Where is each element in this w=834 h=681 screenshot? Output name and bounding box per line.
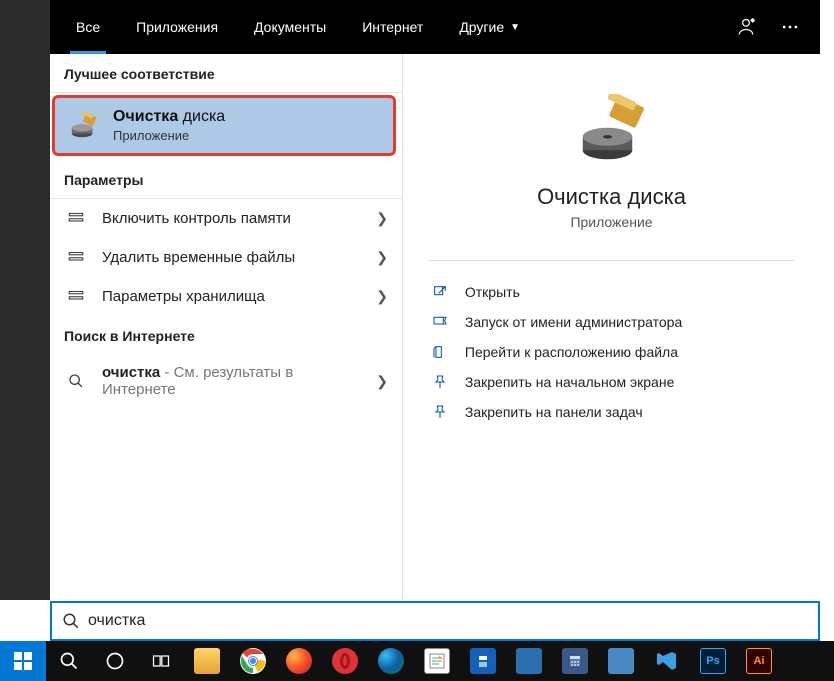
taskbar-app-generic2[interactable]	[598, 641, 644, 681]
search-box[interactable]	[50, 601, 820, 641]
setting-label: Включить контроль памяти	[102, 210, 362, 227]
taskbar-app-edge[interactable]	[368, 641, 414, 681]
taskbar-app-save[interactable]	[460, 641, 506, 681]
tab-apps[interactable]: Приложения	[118, 0, 236, 54]
best-match-subtitle: Приложение	[113, 128, 225, 143]
feedback-icon[interactable]	[724, 5, 768, 49]
tab-label: Интернет	[362, 19, 423, 35]
settings-icon	[64, 287, 88, 305]
taskbar-search-button[interactable]	[46, 641, 92, 681]
shield-icon	[431, 313, 449, 331]
folder-icon	[431, 343, 449, 361]
action-run-as-admin[interactable]: Запуск от имени администратора	[429, 307, 794, 337]
search-input[interactable]	[88, 612, 808, 630]
taskbar-app-generic1[interactable]	[506, 641, 552, 681]
taskbar-app-illustrator[interactable]: Ai	[736, 641, 782, 681]
taskbar-app-firefox[interactable]	[276, 641, 322, 681]
action-pin-start[interactable]: Закрепить на начальном экране	[429, 367, 794, 397]
setting-label: Удалить временные файлы	[102, 249, 362, 266]
chevron-right-icon: ❯	[376, 249, 388, 266]
open-icon	[431, 283, 449, 301]
tab-label: Приложения	[136, 19, 218, 35]
settings-icon	[64, 209, 88, 227]
detail-column: Очистка диска Приложение Открыть Запуск …	[402, 54, 820, 640]
tab-docs[interactable]: Документы	[236, 0, 344, 54]
tab-web[interactable]: Интернет	[344, 0, 441, 54]
disk-cleanup-large-icon	[576, 94, 648, 166]
web-result-label: очистка - См. результаты в Интернете	[102, 364, 362, 398]
divider	[429, 260, 794, 261]
chevron-right-icon: ❯	[376, 210, 388, 227]
settings-icon	[64, 248, 88, 266]
action-file-location[interactable]: Перейти к расположению файла	[429, 337, 794, 367]
detail-subtitle: Приложение	[570, 214, 652, 230]
action-label: Закрепить на начальном экране	[465, 374, 675, 390]
action-label: Перейти к расположению файла	[465, 344, 678, 360]
tab-all[interactable]: Все	[58, 0, 118, 54]
taskbar-app-opera[interactable]	[322, 641, 368, 681]
tab-label: Другие	[459, 19, 504, 35]
detail-title: Очистка диска	[537, 184, 686, 210]
search-results-panel: Все Приложения Документы Интернет Другие…	[50, 0, 820, 640]
taskbar: Ps Ai	[0, 641, 834, 681]
section-web: Поиск в Интернете	[50, 316, 402, 354]
pin-icon	[431, 373, 449, 391]
section-params: Параметры	[50, 160, 402, 199]
tab-label: Все	[76, 19, 100, 35]
setting-delete-temp[interactable]: Удалить временные файлы ❯	[50, 238, 402, 277]
results-column: Лучшее соответствие Очистка диска Прилож…	[50, 54, 402, 640]
top-tabs: Все Приложения Документы Интернет Другие…	[50, 0, 820, 54]
taskbar-app-photoshop[interactable]: Ps	[690, 641, 736, 681]
chevron-right-icon: ❯	[376, 373, 388, 390]
cortana-button[interactable]	[92, 641, 138, 681]
search-icon	[64, 373, 88, 389]
setting-storage-params[interactable]: Параметры хранилища ❯	[50, 277, 402, 316]
taskbar-app-chrome[interactable]	[230, 641, 276, 681]
setting-storage-sense[interactable]: Включить контроль памяти ❯	[50, 199, 402, 238]
action-open[interactable]: Открыть	[429, 277, 794, 307]
best-match-title: Очистка диска	[113, 108, 225, 126]
action-pin-taskbar[interactable]: Закрепить на панели задач	[429, 397, 794, 427]
start-button[interactable]	[0, 641, 46, 681]
chevron-right-icon: ❯	[376, 288, 388, 305]
section-best-match: Лучшее соответствие	[50, 54, 402, 93]
web-search-result[interactable]: очистка - См. результаты в Интернете ❯	[50, 354, 402, 409]
tab-label: Документы	[254, 19, 326, 35]
tab-more[interactable]: Другие ▼	[441, 0, 538, 54]
taskbar-app-vscode[interactable]	[644, 641, 690, 681]
left-strip	[0, 0, 50, 600]
taskbar-app-calculator[interactable]	[552, 641, 598, 681]
more-options-icon[interactable]	[768, 5, 812, 49]
disk-cleanup-icon	[69, 111, 99, 141]
pin-icon	[431, 403, 449, 421]
chevron-down-icon: ▼	[510, 22, 520, 33]
taskview-button[interactable]	[138, 641, 184, 681]
taskbar-app-notepad[interactable]	[414, 641, 460, 681]
search-icon	[62, 612, 80, 630]
action-label: Открыть	[465, 284, 520, 300]
best-match-item[interactable]: Очистка диска Приложение	[52, 95, 396, 156]
action-label: Закрепить на панели задач	[465, 404, 643, 420]
taskbar-app-explorer[interactable]	[184, 641, 230, 681]
content-area: Лучшее соответствие Очистка диска Прилож…	[50, 54, 820, 640]
setting-label: Параметры хранилища	[102, 288, 362, 305]
best-match-text: Очистка диска Приложение	[113, 108, 225, 143]
action-label: Запуск от имени администратора	[465, 314, 682, 330]
